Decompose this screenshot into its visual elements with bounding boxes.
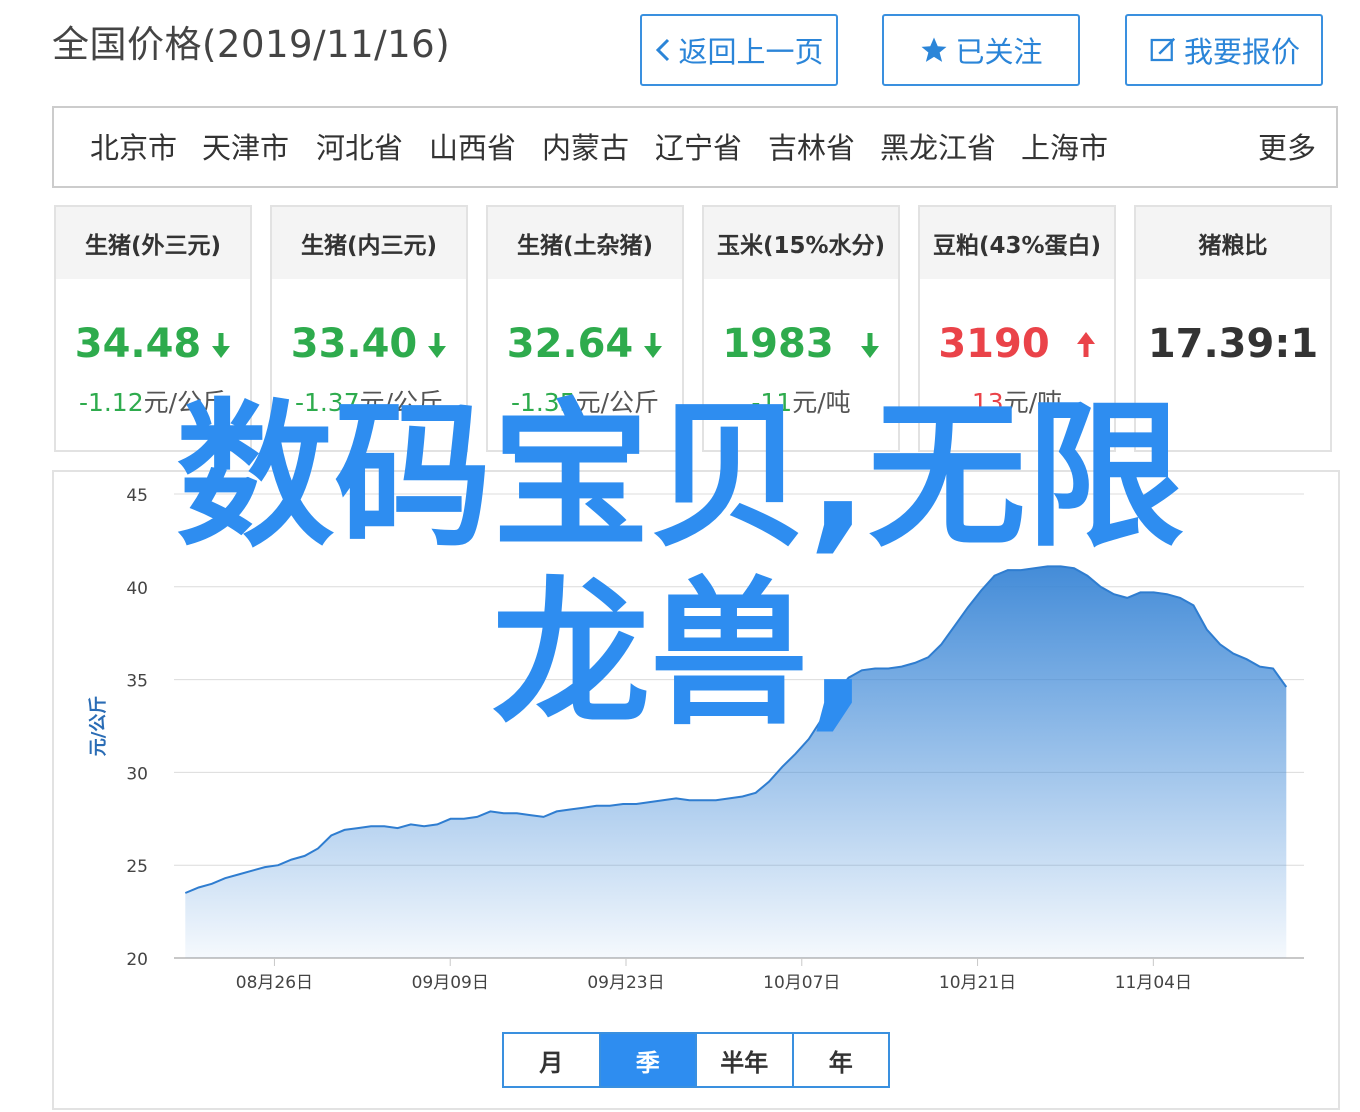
x-tick-label: 08月26日 — [236, 973, 313, 993]
card-title: 生猪(土杂猪) — [488, 207, 682, 279]
period-switch: 月 季 半年 年 — [502, 1032, 890, 1088]
back-button[interactable]: 返回上一页 — [640, 14, 838, 86]
period-half-year-button[interactable]: 半年 — [697, 1034, 794, 1086]
y-tick-label: 20 — [126, 950, 148, 970]
edit-icon — [1148, 35, 1178, 65]
region-item[interactable]: 山西省 — [429, 128, 516, 168]
star-icon — [919, 35, 949, 65]
period-quarter-button[interactable]: 季 — [600, 1034, 697, 1086]
arrow-down-icon — [427, 321, 447, 371]
card-title: 生猪(内三元) — [272, 207, 466, 279]
card-price: 34.48 — [56, 319, 250, 371]
arrow-down-icon — [643, 321, 663, 371]
chevron-left-icon — [654, 36, 672, 64]
x-tick-label: 10月21日 — [939, 973, 1016, 993]
x-tick-label: 10月07日 — [763, 973, 840, 993]
card-price: 33.40 — [272, 319, 466, 371]
region-item[interactable]: 内蒙古 — [542, 128, 629, 168]
region-item[interactable]: 吉林省 — [768, 128, 855, 168]
quote-button-label: 我要报价 — [1183, 35, 1300, 69]
card-title: 猪粮比 — [1136, 207, 1330, 279]
overlay-text: 数码宝贝,无限 — [175, 385, 1185, 569]
card-title: 玉米(15%水分) — [704, 207, 898, 279]
region-item[interactable]: 上海市 — [1021, 128, 1108, 168]
region-item[interactable]: 河北省 — [316, 128, 403, 168]
overlay-text: 龙兽, — [491, 563, 869, 747]
card-price: 3190 — [920, 319, 1114, 371]
arrow-down-icon — [860, 321, 880, 371]
page-title: 全国价格(2019/11/16) — [52, 23, 451, 66]
card-title: 豆粕(43%蛋白) — [920, 207, 1114, 279]
y-tick-label: 30 — [126, 764, 148, 784]
follow-button-label: 已关注 — [955, 35, 1043, 69]
card-price: 32.64 — [488, 319, 682, 371]
region-item[interactable]: 黑龙江省 — [880, 128, 996, 168]
y-tick-label: 25 — [126, 857, 148, 877]
region-item[interactable]: 北京市 — [90, 128, 177, 168]
follow-button[interactable]: 已关注 — [882, 14, 1080, 86]
region-bar: 北京市 天津市 河北省 山西省 内蒙古 辽宁省 吉林省 黑龙江省 上海市 更多 — [52, 106, 1338, 188]
quote-button[interactable]: 我要报价 — [1125, 14, 1323, 86]
back-button-label: 返回上一页 — [678, 35, 824, 69]
region-item[interactable]: 天津市 — [202, 128, 289, 168]
arrow-up-icon — [1076, 321, 1096, 371]
card-title: 生猪(外三元) — [56, 207, 250, 279]
x-tick-label: 09月09日 — [412, 973, 489, 993]
card-price: 17.39:1 — [1147, 321, 1319, 367]
period-month-button[interactable]: 月 — [504, 1034, 601, 1086]
period-year-button[interactable]: 年 — [794, 1034, 889, 1086]
region-item[interactable]: 辽宁省 — [655, 128, 742, 168]
arrow-down-icon — [211, 321, 231, 371]
x-tick-label: 09月23日 — [587, 973, 664, 993]
more-regions-link[interactable]: 更多 — [1258, 128, 1316, 168]
card-price: 1983 — [704, 319, 898, 371]
x-tick-label: 11月04日 — [1115, 973, 1192, 993]
